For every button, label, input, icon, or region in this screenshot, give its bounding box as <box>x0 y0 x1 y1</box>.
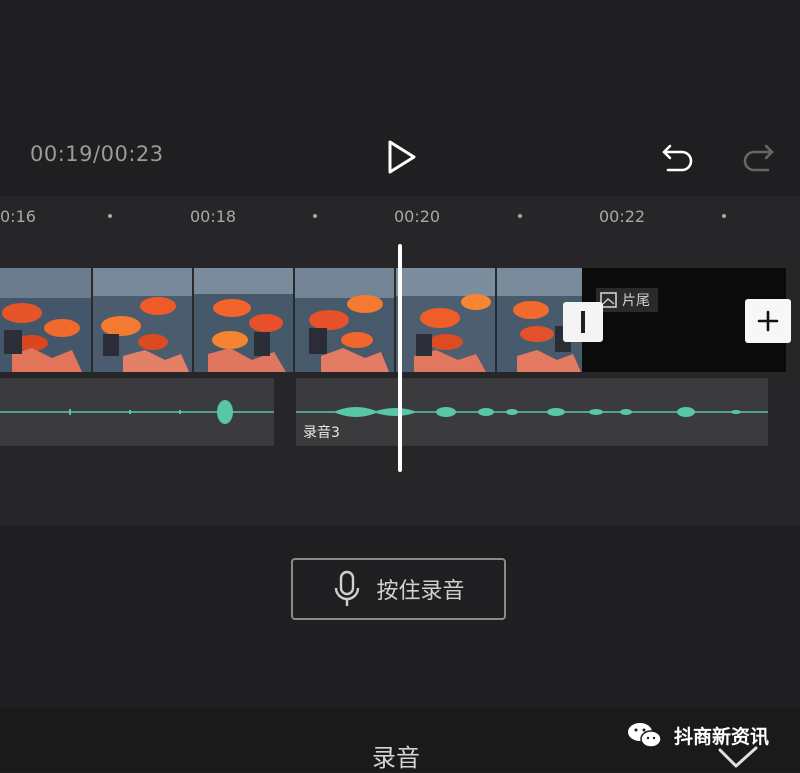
ruler-tick <box>108 214 112 218</box>
ruler-label: 00:20 <box>394 207 441 226</box>
end-clip-tag: 片尾 <box>596 288 658 312</box>
microphone-icon <box>335 570 360 606</box>
hold-to-record-button[interactable]: 按住录音 <box>291 558 506 620</box>
audio-waveform <box>296 407 768 417</box>
record-button-label: 按住录音 <box>376 579 465 604</box>
ruler-tick <box>313 214 317 218</box>
playhead[interactable] <box>398 244 402 472</box>
end-clip-label: 片尾 <box>622 293 650 309</box>
audio-clip-recording[interactable] <box>296 378 768 446</box>
video-track[interactable] <box>0 268 582 372</box>
video-thumbnail <box>0 268 93 372</box>
play-icon[interactable] <box>384 138 418 176</box>
ruler-tick <box>722 214 726 218</box>
handle-grip <box>581 311 585 333</box>
plus-icon <box>757 310 779 332</box>
watermark: 抖商新资讯 <box>626 720 769 750</box>
time-display: 00:19/00:23 <box>30 142 164 166</box>
trim-handle[interactable] <box>563 302 603 342</box>
ruler-label: 00:18 <box>190 207 237 226</box>
watermark-text: 抖商新资讯 <box>674 725 770 748</box>
ruler-label: 0:16 <box>0 207 36 226</box>
ruler-tick <box>518 214 522 218</box>
audio-clip-label: 录音3 <box>303 425 340 441</box>
video-thumbnail <box>93 268 194 372</box>
ruler-label: 00:22 <box>599 207 646 226</box>
video-thumbnail <box>396 268 497 372</box>
redo-icon[interactable] <box>740 140 776 174</box>
panel-title: 录音 <box>372 744 420 772</box>
video-thumbnail <box>295 268 396 372</box>
add-clip-button[interactable] <box>745 299 791 343</box>
audio-waveform <box>0 400 274 424</box>
audio-clip[interactable] <box>0 378 274 446</box>
video-thumbnail <box>194 268 295 372</box>
wechat-logo-icon <box>628 723 662 748</box>
undo-icon[interactable] <box>660 140 696 174</box>
